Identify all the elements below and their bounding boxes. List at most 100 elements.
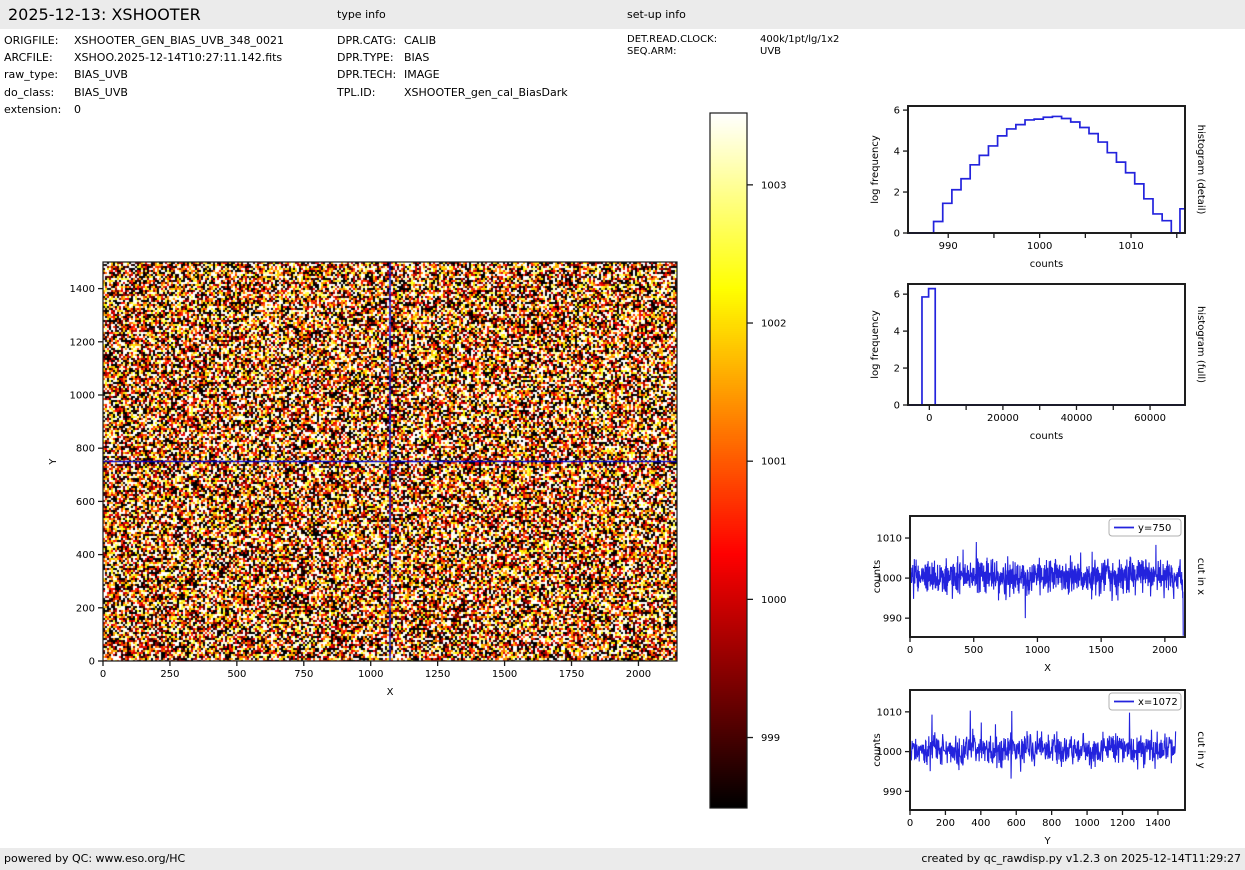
svg-text:0: 0	[894, 401, 900, 412]
seq-arm-value: UVB	[760, 46, 781, 58]
svg-text:1750: 1750	[559, 669, 584, 680]
svg-text:1010: 1010	[877, 707, 902, 718]
page-title: 2025-12-13: XSHOOTER	[8, 0, 201, 29]
cut-in-x-plot: 050010001500200099010001010Xcountscut in…	[860, 500, 1245, 690]
svg-text:1002: 1002	[761, 319, 786, 330]
dpr-tech-value: IMAGE	[404, 66, 440, 83]
histogram-detail-svg: 990100010100246countslog frequencyhistog…	[860, 90, 1245, 280]
svg-text:counts: counts	[872, 733, 883, 766]
extension-value: 0	[74, 101, 81, 118]
svg-text:0: 0	[89, 657, 95, 668]
svg-text:6: 6	[894, 106, 900, 117]
svg-text:1200: 1200	[1110, 818, 1135, 829]
svg-text:2: 2	[894, 364, 900, 375]
svg-text:counts: counts	[872, 560, 883, 593]
svg-text:600: 600	[1007, 818, 1026, 829]
svg-text:1000: 1000	[1025, 645, 1050, 656]
doclass-value: BIAS_UVB	[74, 84, 128, 101]
bias-image-axes: 0250500750100012501500175020000200400600…	[40, 250, 700, 720]
arcfile-value: XSHOO.2025-12-14T10:27:11.142.fits	[74, 49, 282, 66]
cut-in-y-plot: 020040060080010001200140099010001010Ycou…	[860, 674, 1245, 870]
bias-image-plot: 0250500750100012501500175020000200400600…	[40, 250, 700, 720]
svg-text:0: 0	[907, 645, 913, 656]
read-clock-value: 400k/1pt/lg/1x2	[760, 34, 839, 46]
colorbar: 9991000100110021003	[700, 105, 820, 820]
svg-text:6: 6	[894, 290, 900, 301]
svg-text:200: 200	[936, 818, 955, 829]
tpl-id-value: XSHOOTER_gen_cal_BiasDark	[404, 84, 568, 101]
svg-text:1010: 1010	[877, 534, 902, 545]
svg-text:500: 500	[964, 645, 983, 656]
svg-text:400: 400	[971, 818, 990, 829]
svg-text:1400: 1400	[70, 284, 95, 295]
svg-text:990: 990	[883, 787, 902, 798]
svg-text:Y: Y	[1043, 836, 1051, 847]
dpr-catg-row: DPR.CATG:CALIB	[337, 32, 568, 49]
cut-in-y-svg: 020040060080010001200140099010001010Ycou…	[860, 674, 1245, 870]
cut-in-x-svg: 050010001500200099010001010Xcountscut in…	[860, 500, 1245, 690]
svg-text:2000: 2000	[1152, 645, 1177, 656]
svg-text:log frequency: log frequency	[870, 310, 881, 379]
svg-text:0: 0	[894, 229, 900, 240]
colorbar-axes: 9991000100110021003	[700, 105, 820, 820]
svg-text:600: 600	[76, 497, 95, 508]
dpr-catg-label: DPR.CATG:	[337, 32, 404, 49]
origfile-value: XSHOOTER_GEN_BIAS_UVB_348_0021	[74, 32, 284, 49]
svg-text:1400: 1400	[1145, 818, 1170, 829]
origfile-label: ORIGFILE:	[4, 32, 74, 49]
footer-right-text: created by qc_rawdisp.py v1.2.3 on 2025-…	[921, 848, 1241, 870]
dpr-tech-row: DPR.TECH:IMAGE	[337, 66, 568, 83]
tpl-id-row: TPL.ID:XSHOOTER_gen_cal_BiasDark	[337, 84, 568, 101]
svg-text:x=1072: x=1072	[1138, 697, 1178, 708]
rawtype-value: BIAS_UVB	[74, 66, 128, 83]
histogram-full-svg: 02000040000600000246countslog frequencyh…	[860, 268, 1245, 458]
svg-text:histogram (full): histogram (full)	[1195, 306, 1206, 383]
svg-text:990: 990	[883, 614, 902, 625]
svg-text:histogram (detail): histogram (detail)	[1195, 125, 1206, 215]
svg-text:250: 250	[160, 669, 179, 680]
svg-text:60000: 60000	[1134, 413, 1166, 424]
type-info-section-title: type info	[337, 0, 386, 29]
svg-text:1000: 1000	[1074, 818, 1099, 829]
extension-row: extension:0	[4, 101, 284, 118]
histogram-full-plot: 02000040000600000246countslog frequencyh…	[860, 268, 1245, 458]
svg-text:990: 990	[939, 241, 958, 252]
svg-text:20000: 20000	[987, 413, 1019, 424]
svg-text:log frequency: log frequency	[870, 135, 881, 204]
histogram-detail-plot: 990100010100246countslog frequencyhistog…	[860, 90, 1245, 280]
svg-text:999: 999	[761, 733, 780, 744]
tpl-id-label: TPL.ID:	[337, 84, 404, 101]
seq-arm-row: SEQ.ARM:UVB	[627, 46, 839, 58]
svg-text:X: X	[1044, 663, 1051, 674]
svg-text:800: 800	[76, 444, 95, 455]
svg-text:y=750: y=750	[1138, 523, 1171, 534]
setup-info-section-title: set-up info	[627, 0, 686, 29]
svg-text:counts: counts	[1030, 431, 1063, 442]
arcfile-label: ARCFILE:	[4, 49, 74, 66]
footer-left-text: powered by QC: www.eso.org/HC	[4, 848, 185, 870]
svg-text:750: 750	[294, 669, 313, 680]
svg-text:200: 200	[76, 603, 95, 614]
svg-text:1500: 1500	[1088, 645, 1113, 656]
svg-text:1000: 1000	[1027, 241, 1052, 252]
file-info-block: ORIGFILE:XSHOOTER_GEN_BIAS_UVB_348_0021 …	[4, 32, 284, 118]
svg-text:1001: 1001	[761, 457, 786, 468]
svg-text:Y: Y	[48, 458, 59, 466]
svg-text:X: X	[387, 687, 394, 698]
qc-report-page: { "header": { "title": "2025-12-13: XSHO…	[0, 0, 1245, 870]
dpr-type-value: BIAS	[404, 49, 429, 66]
svg-text:1500: 1500	[492, 669, 517, 680]
svg-text:2: 2	[894, 188, 900, 199]
dpr-type-label: DPR.TYPE:	[337, 49, 404, 66]
type-info-block: DPR.CATG:CALIB DPR.TYPE:BIAS DPR.TECH:IM…	[337, 32, 568, 101]
svg-text:40000: 40000	[1061, 413, 1093, 424]
svg-text:1000: 1000	[761, 595, 786, 606]
setup-info-block: DET.READ.CLOCK:400k/1pt/lg/1x2 SEQ.ARM:U…	[627, 34, 839, 58]
rawtype-row: raw_type:BIAS_UVB	[4, 66, 284, 83]
svg-text:400: 400	[76, 550, 95, 561]
svg-text:4: 4	[894, 147, 900, 158]
svg-text:2000: 2000	[626, 669, 651, 680]
doclass-label: do_class:	[4, 84, 74, 101]
origfile-row: ORIGFILE:XSHOOTER_GEN_BIAS_UVB_348_0021	[4, 32, 284, 49]
svg-text:4: 4	[894, 327, 900, 338]
